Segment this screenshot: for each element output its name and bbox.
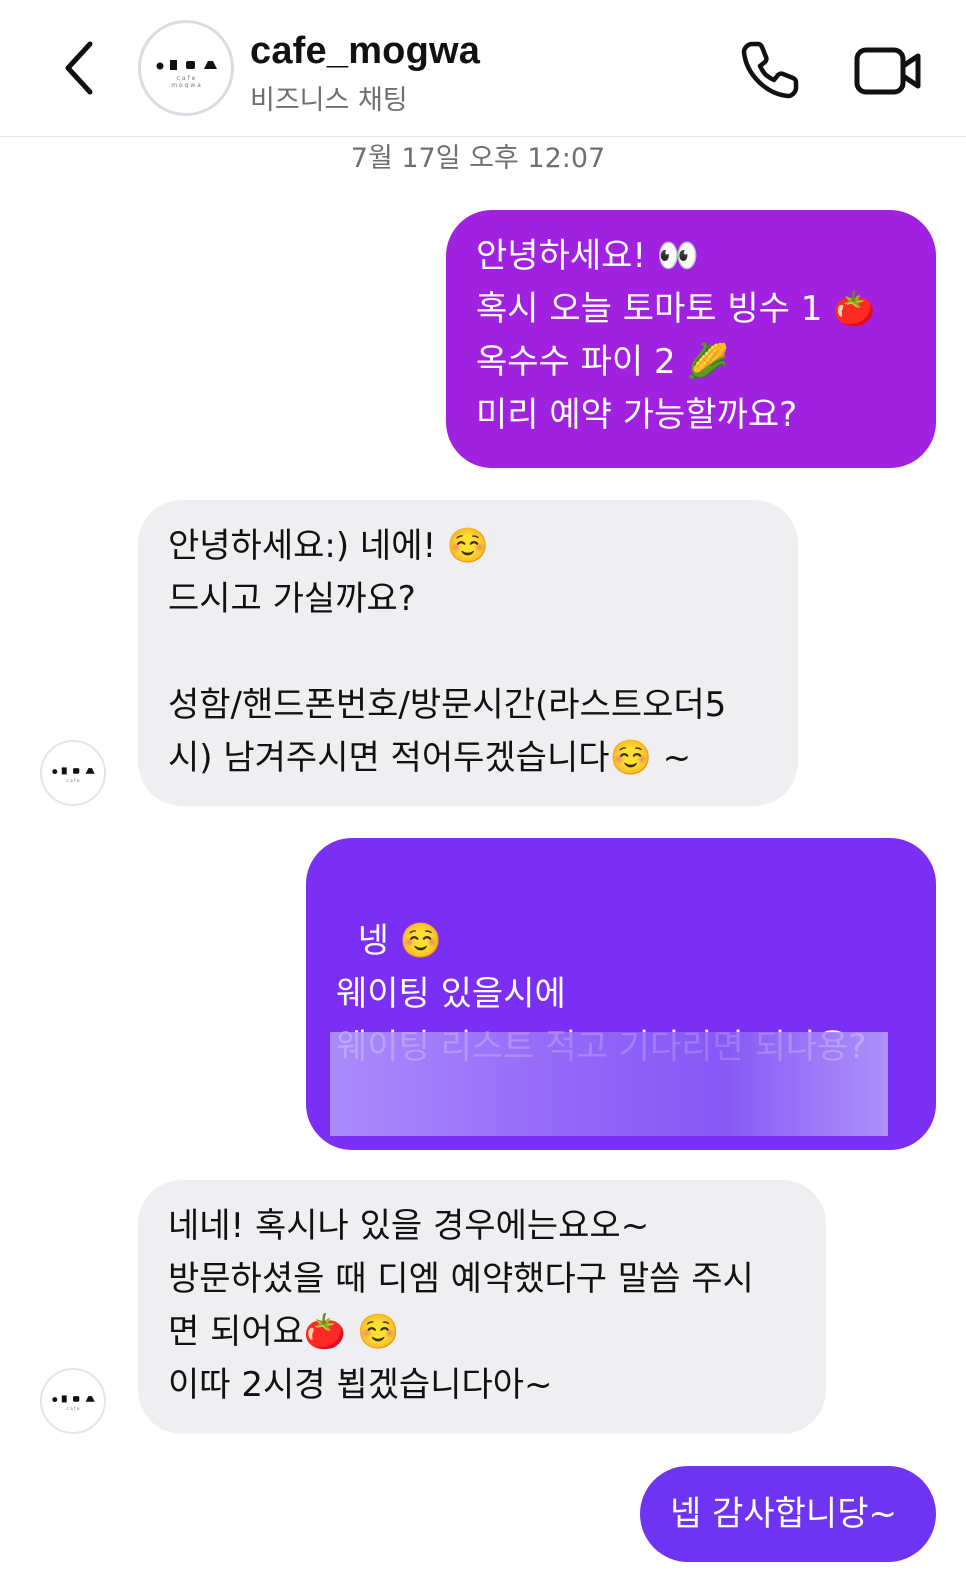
svg-text:m o g w a: m o g w a <box>171 82 201 88</box>
message-bubble-received[interactable]: 네네! 혹시나 있을 경우에는요오~ 방문하셨을 때 디엠 예약했다구 말씀 주… <box>138 1180 826 1434</box>
video-call-button[interactable] <box>852 38 924 102</box>
chevron-left-icon <box>65 41 93 95</box>
sender-avatar[interactable]: c a f e <box>40 1368 106 1434</box>
phone-icon <box>741 41 799 99</box>
cafe-logo-icon: c a f e <box>52 767 95 783</box>
back-button[interactable] <box>50 36 110 100</box>
profile-avatar[interactable]: c a f e m o g w a <box>138 20 234 116</box>
chat-title[interactable]: cafe_mogwa <box>250 30 480 73</box>
cafe-logo-icon: c a f e <box>52 1395 95 1411</box>
call-button[interactable] <box>738 38 802 102</box>
message-timestamp: 7월 17일 오후 12:07 <box>350 143 606 174</box>
chat-header: c a f e m o g w a cafe_mogwa 비즈니스 채팅 <box>0 0 966 137</box>
message-bubble-received[interactable]: 안녕하세요:) 네에! ☺️ 드시고 가실까요? 성함/핸드폰번호/방문시간(라… <box>138 500 798 806</box>
cafe-logo-icon: c a f e m o g w a <box>156 60 217 88</box>
message-bubble-sent[interactable]: 안녕하세요! 👀 혹시 오늘 토마토 빙수 1 🍅 옥수수 파이 2 🌽 미리 … <box>446 210 936 468</box>
message-bubble-sent[interactable]: 넹 ☺️ 웨이팅 있을시에 웨이팅 리스트 적고 기다리면 되나용? <box>306 838 936 1150</box>
video-camera-icon <box>854 47 921 95</box>
sender-avatar[interactable]: c a f e <box>40 740 106 806</box>
svg-text:c a f e: c a f e <box>177 75 196 82</box>
svg-text:c a f e: c a f e <box>67 778 80 783</box>
svg-text:c a f e: c a f e <box>67 1406 80 1411</box>
blurred-preview-image <box>330 1032 888 1136</box>
chat-subtitle: 비즈니스 채팅 <box>250 85 408 116</box>
message-bubble-sent[interactable]: 넵 감사합니당~ <box>640 1466 936 1562</box>
